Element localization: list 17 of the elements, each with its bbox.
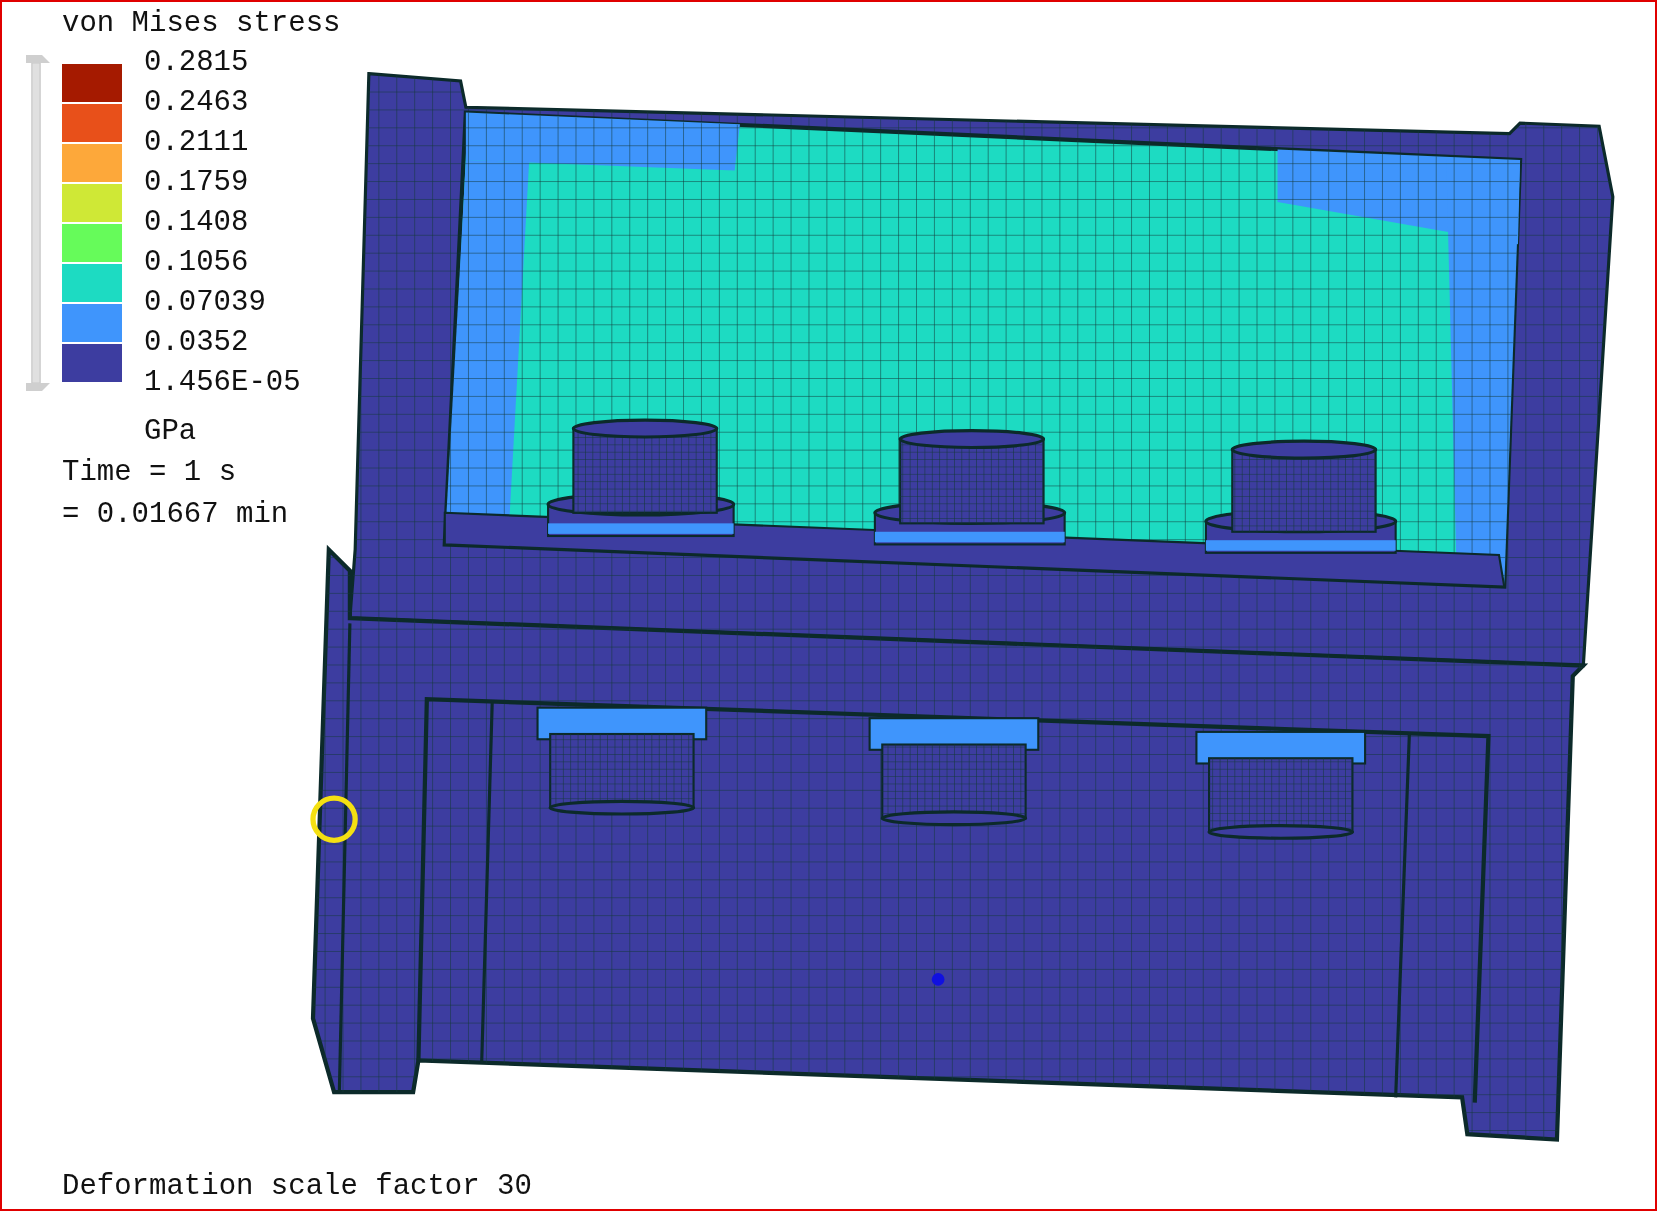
point-marker-icon	[931, 973, 945, 986]
legend-title: von Mises stress	[61, 6, 341, 42]
legend-value: 1.456E-05	[144, 365, 301, 401]
legend-value: 0.1759	[144, 165, 249, 201]
legend-range-slider[interactable]	[24, 53, 52, 393]
deformation-scale-label: Deformation scale factor 30	[62, 1169, 532, 1205]
legend-value: 0.1056	[144, 245, 249, 281]
legend-value: 0.2815	[144, 45, 249, 81]
legend-value: 0.1408	[144, 205, 249, 241]
legend-value: 0.2111	[144, 125, 249, 161]
ring-marker-icon	[310, 795, 358, 843]
time-label: Time = 1 s	[62, 455, 237, 491]
legend-value: 0.07039	[144, 285, 266, 321]
time-label: = 0.01667 min	[62, 497, 289, 533]
legend-value: 0.2463	[144, 85, 249, 121]
unit-label: GPa	[144, 414, 197, 450]
legend-value: 0.0352	[144, 325, 249, 361]
